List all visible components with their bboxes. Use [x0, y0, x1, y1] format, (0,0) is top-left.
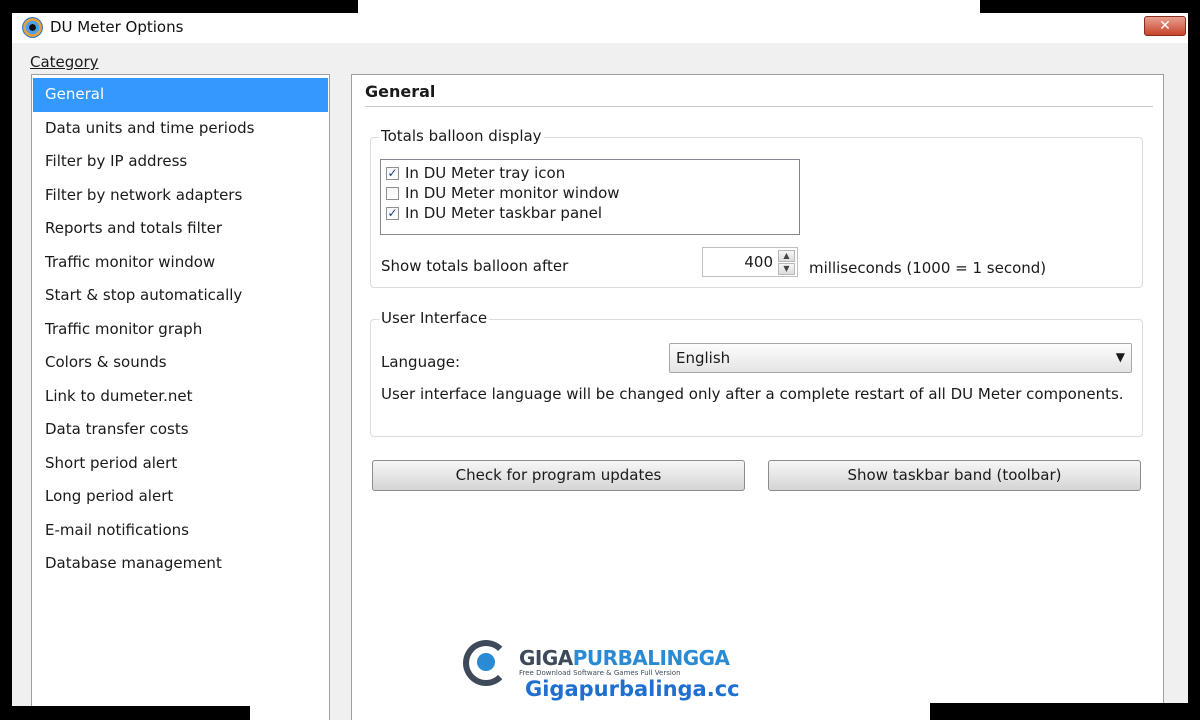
title-divider	[365, 106, 1153, 107]
balloon-delay-label: Show totals balloon after	[381, 257, 569, 275]
watermark-url: Gigapurbalinga.cc	[525, 677, 740, 701]
sidebar-item-reports-filter[interactable]: Reports and totals filter	[33, 212, 328, 246]
window-title: DU Meter Options	[50, 18, 184, 36]
option-monitor-window[interactable]: In DU Meter monitor window	[381, 183, 799, 203]
language-select[interactable]: English ▼	[669, 343, 1132, 373]
sidebar-item-short-alert[interactable]: Short period alert	[33, 447, 328, 481]
sidebar-item-long-alert[interactable]: Long period alert	[33, 480, 328, 514]
checkbox-tray-icon[interactable]: ✓	[386, 166, 399, 180]
sidebar-item-database[interactable]: Database management	[33, 547, 328, 581]
sidebar-item-traffic-window[interactable]: Traffic monitor window	[33, 246, 328, 280]
options-window: DU Meter Options ✕ Category General Data…	[12, 13, 1188, 720]
option-label: In DU Meter taskbar panel	[405, 204, 603, 222]
language-note: User interface language will be changed …	[381, 385, 1124, 403]
balloon-location-list: ✓ In DU Meter tray icon In DU Meter moni…	[380, 159, 800, 235]
watermark-logo-dot	[477, 653, 495, 671]
sidebar-item-filter-ip[interactable]: Filter by IP address	[33, 145, 328, 179]
check-updates-button[interactable]: Check for program updates	[372, 460, 745, 491]
close-button[interactable]: ✕	[1144, 16, 1186, 36]
option-tray-icon[interactable]: ✓ In DU Meter tray icon	[381, 163, 799, 183]
spin-down-icon[interactable]: ▼	[778, 263, 795, 275]
sidebar-item-start-stop[interactable]: Start & stop automatically	[33, 279, 328, 313]
top-white-strip	[358, 0, 980, 13]
watermark-brand: GIGAPURBALINGGA	[519, 646, 730, 670]
bottom-right-strip	[930, 703, 1200, 720]
balloon-delay-unit: milliseconds (1000 = 1 second)	[809, 259, 1047, 277]
option-taskbar-panel[interactable]: ✓ In DU Meter taskbar panel	[381, 203, 799, 223]
sidebar-item-general[interactable]: General	[33, 78, 328, 112]
panel-title: General	[365, 82, 436, 101]
watermark-brand-part2: PURBALINGGA	[572, 646, 730, 670]
sidebar-item-data-units[interactable]: Data units and time periods	[33, 112, 328, 146]
sidebar-item-filter-adapters[interactable]: Filter by network adapters	[33, 179, 328, 213]
balloon-group-legend: Totals balloon display	[379, 127, 544, 145]
balloon-delay-spinner[interactable]: 400 ▲ ▼	[702, 247, 798, 277]
show-taskbar-band-button[interactable]: Show taskbar band (toolbar)	[768, 460, 1141, 491]
sidebar-item-transfer-costs[interactable]: Data transfer costs	[33, 413, 328, 447]
balloon-delay-value[interactable]: 400	[744, 253, 773, 271]
checkbox-monitor-window[interactable]	[386, 186, 399, 200]
du-meter-logo-icon	[22, 17, 43, 38]
option-label: In DU Meter monitor window	[405, 184, 620, 202]
watermark-tagline: Free Download Software & Games Full Vers…	[519, 669, 681, 677]
category-heading-text: Category	[30, 53, 99, 71]
ui-group-legend: User Interface	[379, 309, 490, 327]
title-bar: DU Meter Options ✕	[12, 13, 1188, 43]
spin-up-icon[interactable]: ▲	[778, 250, 795, 262]
chevron-down-icon[interactable]: ▼	[1116, 350, 1125, 364]
sidebar-item-link-dumeter[interactable]: Link to dumeter.net	[33, 380, 328, 414]
language-value: English	[676, 349, 731, 367]
sidebar-item-email[interactable]: E-mail notifications	[33, 514, 328, 548]
bottom-left-strip	[0, 706, 250, 720]
settings-panel: General Totals balloon display ✓ In DU M…	[351, 74, 1164, 720]
sidebar-item-colors-sounds[interactable]: Colors & sounds	[33, 346, 328, 380]
balloon-group: Totals balloon display ✓ In DU Meter tra…	[370, 127, 1143, 288]
watermark-brand-part1: GIGA	[519, 646, 573, 670]
checkbox-taskbar-panel[interactable]: ✓	[386, 206, 399, 220]
language-label: Language:	[381, 353, 461, 371]
watermark: GIGAPURBALINGGA Free Download Software &…	[463, 637, 740, 707]
category-list[interactable]: General Data units and time periods Filt…	[31, 74, 330, 720]
sidebar-item-traffic-graph[interactable]: Traffic monitor graph	[33, 313, 328, 347]
user-interface-group: User Interface Language: English ▼ User …	[370, 309, 1143, 437]
option-label: In DU Meter tray icon	[405, 164, 566, 182]
category-heading: Category	[30, 53, 99, 71]
